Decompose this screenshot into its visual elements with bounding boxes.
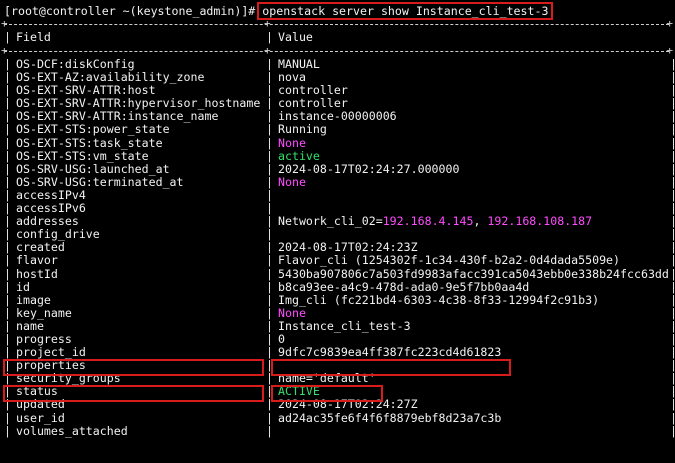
row-field: OS-EXT-STS:power_state [16,122,170,137]
network-name: Network_cli_02= [278,214,383,229]
row-field: OS-SRV-USG:launched_at [16,161,170,176]
row-field: id [16,279,30,294]
table-row: | key_name | None | [4,305,675,320]
row-field: volumes_attached [16,423,128,438]
row-field: OS-SRV-USG:terminated_at [16,174,184,189]
row-value: 9dfc7c9839ea4ff387fc223cd4d61823 [278,345,502,360]
row-value: active [278,148,320,163]
row-value: 2024-08-17T02:24:27Z [278,397,418,412]
table-row: | id | b8ca93ee-a4c9-478d-ada0-9e5f7bb0aa4d… [4,279,675,294]
table-body: | OS-DCF:diskConfig | MANUAL | | OS-EXT-AZ:ava… [4,57,675,438]
row-value: Img_cli (fc221bd4-6303-4c38-8f33-12994f2… [278,292,600,307]
row-value: b8ca93ee-a4c9-478d-ada0-9e5f7bb0aa4d [278,279,530,294]
table-row: | volumes_attached | | [4,423,675,438]
table-row: | accessIPv4 | | [4,187,675,202]
table-row: | name | Instance_cli_test-3 | [4,318,675,333]
table-header: | Field | Value [4,30,313,44]
table-row: | OS-EXT-STS:vm_state | active | [4,148,675,163]
table-header-separator: + [1,44,673,57]
row-value: Network_cli_02=192.168.4.145, 192.168.10… [278,215,592,228]
header-field: Field [16,30,51,44]
row-field: flavor [16,253,58,268]
row-value: None [278,305,306,320]
row-field: updated [16,397,65,412]
row-value: 5430ba907806c7a503fd9983afacc391ca5043eb… [278,266,669,281]
command-highlight: openstack server show Instance_cli_test-… [257,2,554,20]
terminal-window[interactable]: [root@controller ~(keystone_admin)]# open… [0,0,675,463]
ip-address: 192.168.4.145 [382,214,474,229]
table-row: | hostId | 5430ba907806c7a503fd9983afacc391… [4,266,675,281]
command-line: [root@controller ~(keystone_admin)]# open… [4,2,554,20]
row-field: OS-EXT-STS:vm_state [16,148,149,163]
row-field: name [16,318,44,333]
table-row: | OS-SRV-USG:launched_at | 2024-08-17T02:24… [4,161,675,176]
table-row: | OS-EXT-STS:task_state | None | [4,135,675,150]
table-row: | OS-EXT-STS:power_state | Running | [4,122,675,137]
row-field: user_id [16,410,65,425]
row-field: key_name [16,305,72,320]
ip-address: 192.168.108.187 [487,214,593,229]
table-top-border: + [1,17,673,30]
command-text: openstack server show Instance_cli_test-… [262,4,549,18]
row-value: Flavor_cli (1254302f-1c34-430f-b2a2-0d4d… [278,253,621,268]
row-value: None [278,174,306,189]
table-row: | image | Img_cli (fc221bd4-6303-4c38-8f33-… [4,292,675,307]
row-value: 2024-08-17T02:24:27.000000 [278,161,460,176]
row-value: None [278,135,306,150]
header-value: Value [278,30,313,44]
table-row: | addresses | Network_cli_02=192.168.4.145,… [4,214,675,229]
row-field: image [16,292,51,307]
row-value: Instance_cli_test-3 [278,318,411,333]
table-row: | security_groups | name='default' | [4,371,675,386]
table-row: | flavor | Flavor_cli (1254302f-1c34-430f-b… [4,253,675,268]
table-row: | updated | 2024-08-17T02:24:27Z | [4,397,675,412]
ip-separator: , [473,214,488,229]
table-row: | user_id | ad24ac35fe6f4f6f8879ebf8d23a7c3… [4,410,675,425]
row-value: ad24ac35fe6f4f6f8879ebf8d23a7c3b [278,410,502,425]
table-row: | project_id | 9dfc7c9839ea4ff387fc223cd4d6… [4,345,675,360]
row-value: Running [278,122,327,137]
shell-prompt: [root@controller ~(keystone_admin)]# [4,4,256,18]
table-row: | OS-SRV-USG:terminated_at | None | [4,174,675,189]
row-field: OS-EXT-STS:task_state [16,135,163,150]
row-field: hostId [16,266,58,281]
